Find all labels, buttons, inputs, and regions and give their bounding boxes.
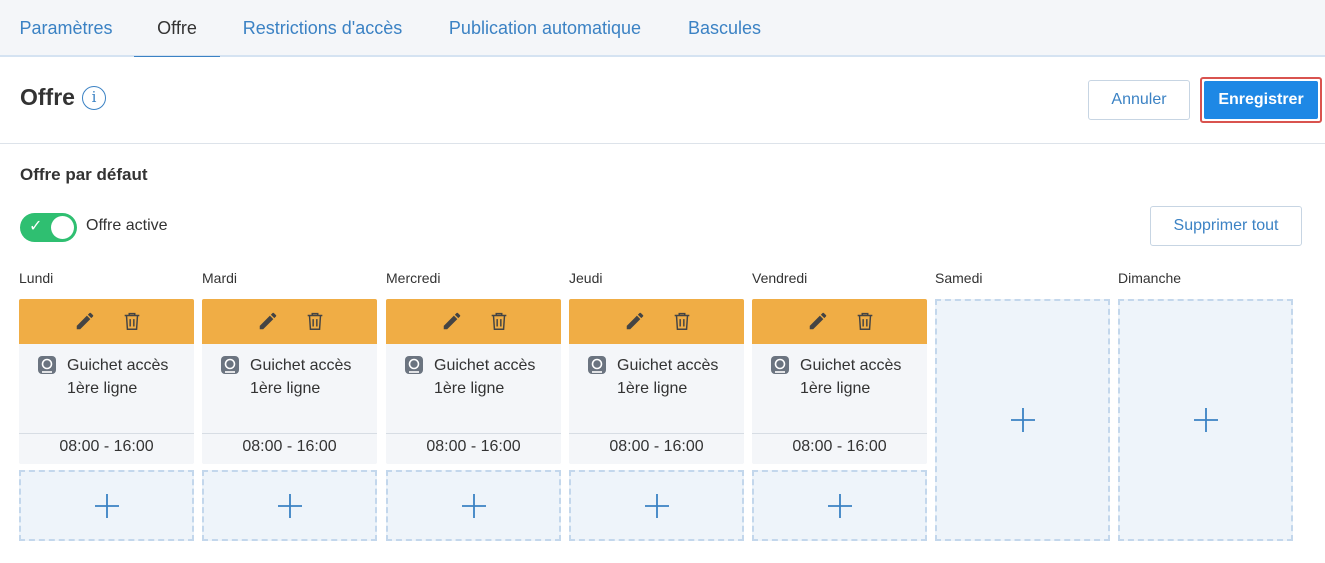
trash-icon[interactable] [121,310,143,332]
slot-actions-bar [569,299,744,344]
add-slot-button[interactable] [752,470,927,541]
service-name-line-2: 1ère ligne [250,380,321,397]
tab-parametres[interactable]: Paramètres [19,0,113,57]
pencil-icon[interactable] [257,310,279,332]
pencil-icon[interactable] [624,310,646,332]
add-slot-button[interactable] [202,470,377,541]
service-name-line-2: 1ère ligne [434,380,505,397]
service-desk-icon [587,355,607,375]
add-slot-button[interactable] [386,470,561,541]
service-name: Guichet accès 1ère ligne [800,354,920,400]
tab-offre[interactable]: Offre [134,0,220,59]
time-slot-card: Guichet accès 1ère ligne 08:00 - 16:00 [19,299,194,464]
service-name-line-1: Guichet accès [434,357,536,374]
service-name-line-1: Guichet accès [67,357,169,374]
service-name-line-2: 1ère ligne [617,380,688,397]
service-desk-icon [404,355,424,375]
day-label: Dimanche [1118,270,1182,286]
trash-icon[interactable] [488,310,510,332]
pencil-icon[interactable] [807,310,829,332]
tab-bascules[interactable]: Bascules [688,0,761,57]
plus-icon [277,493,303,519]
service-name: Guichet accès 1ère ligne [250,354,370,400]
add-slot-button[interactable] [19,470,194,541]
pencil-icon[interactable] [441,310,463,332]
slot-actions-bar [202,299,377,344]
slot-time: 08:00 - 16:00 [242,438,337,455]
divider [569,433,744,434]
add-slot-button[interactable] [1118,299,1293,541]
section-title: Offre par défaut [20,165,148,184]
trash-icon[interactable] [671,310,693,332]
slot-actions-bar [752,299,927,344]
plus-icon [461,493,487,519]
info-icon[interactable]: i [82,86,106,110]
time-slot-card: Guichet accès 1ère ligne 08:00 - 16:00 [569,299,744,464]
pencil-icon[interactable] [74,310,96,332]
plus-icon [644,493,670,519]
save-button[interactable]: Enregistrer [1204,81,1318,119]
plus-icon [94,493,120,519]
plus-icon [1010,407,1036,433]
service-name: Guichet accès 1ère ligne [434,354,554,400]
offer-active-toggle[interactable]: ✓ [20,213,77,242]
slot-actions-bar [19,299,194,344]
service-desk-icon [220,355,240,375]
check-icon: ✓ [29,218,43,235]
plus-icon [827,493,853,519]
tab-bar: Paramètres Offre Restrictions d'accès Pu… [0,0,1325,59]
service-name: Guichet accès 1ère ligne [67,354,187,400]
toggle-knob [51,216,74,239]
day-label: Lundi [19,270,54,286]
divider [386,433,561,434]
delete-all-button[interactable]: Supprimer tout [1150,206,1302,246]
save-button-highlight: Enregistrer [1200,77,1322,123]
add-slot-button[interactable] [935,299,1110,541]
day-label: Mardi [202,270,238,286]
tab-publication-automatique[interactable]: Publication automatique [447,0,643,57]
service-name-line-2: 1ère ligne [800,380,871,397]
service-name-line-1: Guichet accès [800,357,902,374]
service-name-line-1: Guichet accès [250,357,352,374]
cancel-button[interactable]: Annuler [1088,80,1190,120]
divider [19,433,194,434]
service-name-line-1: Guichet accès [617,357,719,374]
trash-icon[interactable] [854,310,876,332]
page-title: Offre [20,84,75,110]
page-header: Offre i Annuler Enregistrer [0,57,1325,144]
time-slot-card: Guichet accès 1ère ligne 08:00 - 16:00 [386,299,561,464]
divider [202,433,377,434]
service-desk-icon [770,355,790,375]
slot-time: 08:00 - 16:00 [609,438,704,455]
day-label: Samedi [935,270,983,286]
slot-actions-bar [386,299,561,344]
service-name: Guichet accès 1ère ligne [617,354,737,400]
add-slot-button[interactable] [569,470,744,541]
service-desk-icon [37,355,57,375]
service-name-line-2: 1ère ligne [67,380,138,397]
time-slot-card: Guichet accès 1ère ligne 08:00 - 16:00 [202,299,377,464]
plus-icon [1193,407,1219,433]
time-slot-card: Guichet accès 1ère ligne 08:00 - 16:00 [752,299,927,464]
divider [752,433,927,434]
day-label: Vendredi [752,270,808,286]
slot-time: 08:00 - 16:00 [792,438,887,455]
day-label: Mercredi [386,270,441,286]
slot-time: 08:00 - 16:00 [426,438,521,455]
tab-restrictions-acces[interactable]: Restrictions d'accès [242,0,403,57]
day-label: Jeudi [569,270,603,286]
toggle-label: Offre active [86,217,168,234]
trash-icon[interactable] [304,310,326,332]
slot-time: 08:00 - 16:00 [59,438,154,455]
